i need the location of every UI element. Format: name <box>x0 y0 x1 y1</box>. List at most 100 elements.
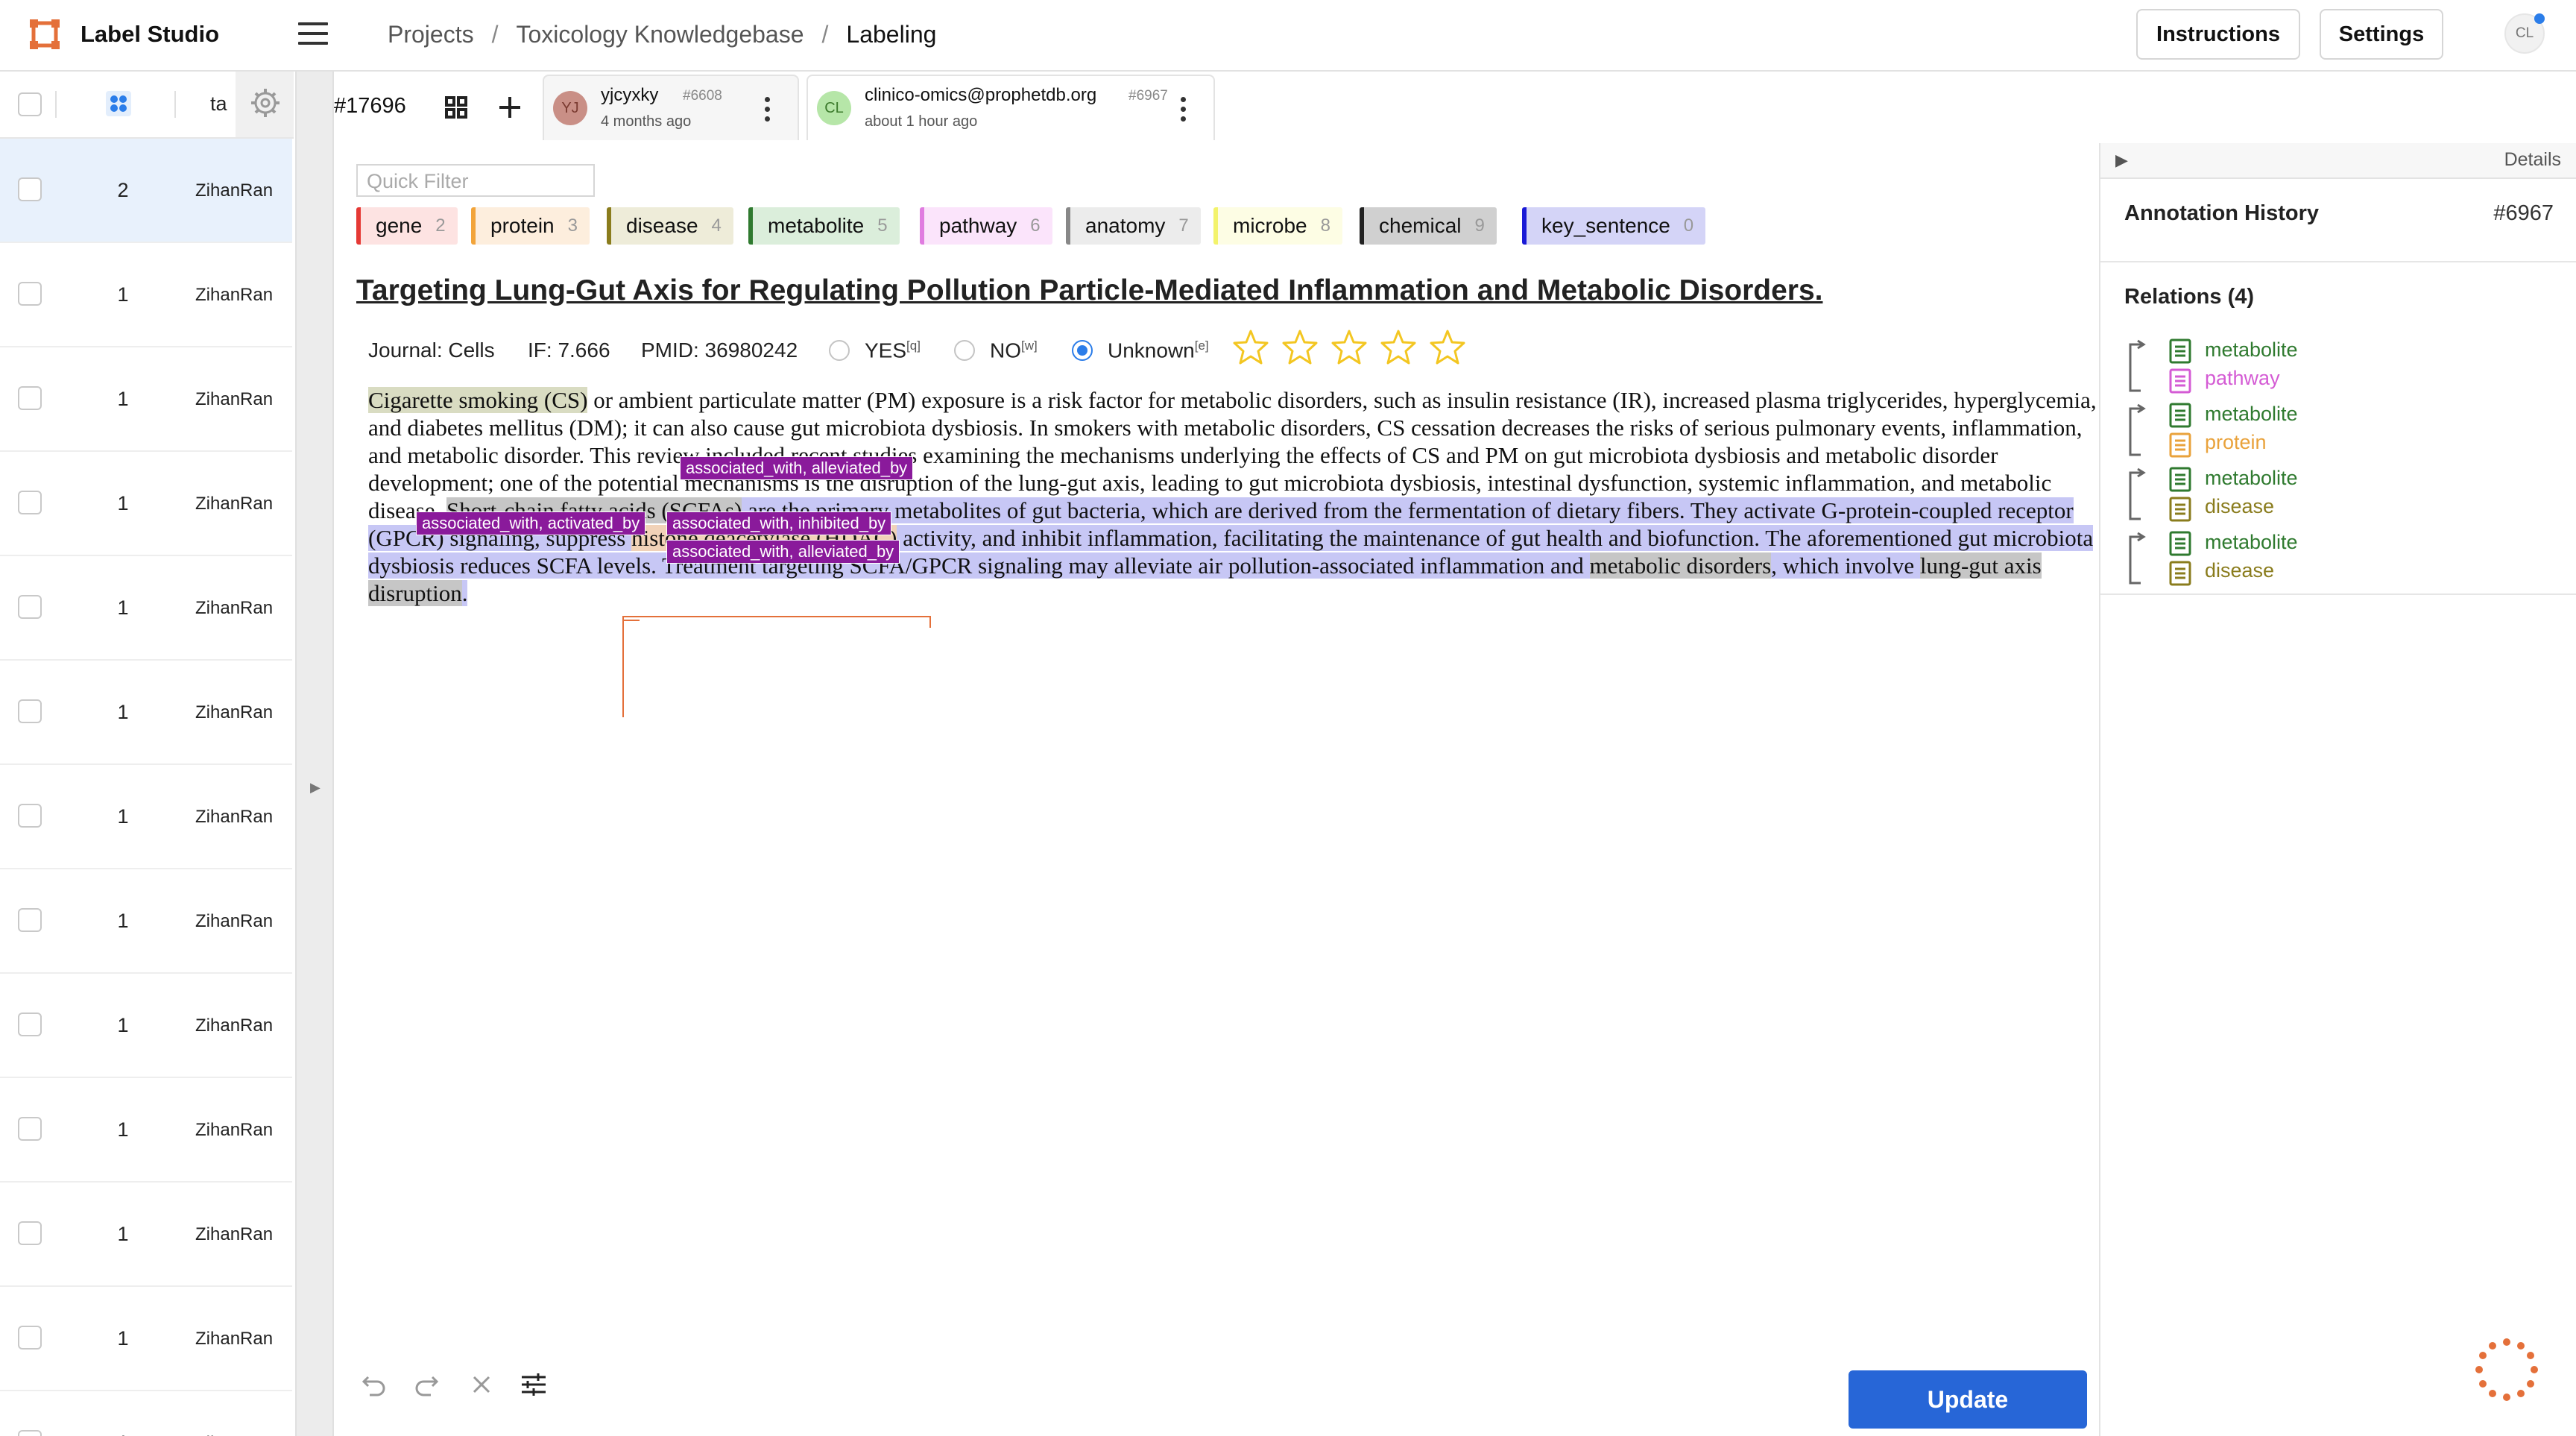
grid-view-icon[interactable] <box>106 91 131 116</box>
entity-chemical[interactable]: Cigarette smoking (CS) <box>368 387 588 413</box>
row-checkbox[interactable] <box>18 1430 42 1436</box>
relation-tag[interactable]: associated_with, activated_by <box>416 511 646 535</box>
row-checkbox[interactable] <box>18 804 42 828</box>
choice-unknown-label[interactable]: Unknown[e] <box>1108 338 1209 362</box>
rating-star-icon[interactable] <box>1231 328 1270 367</box>
document-icon <box>2169 403 2191 428</box>
redo-icon[interactable] <box>411 1370 441 1399</box>
label-microbe[interactable]: microbe 8 <box>1213 207 1342 245</box>
row-checkbox[interactable] <box>18 1013 42 1036</box>
panel-collapse-bar[interactable]: ▶ <box>295 72 334 1436</box>
breadcrumb-projects[interactable]: Projects <box>388 21 474 48</box>
row-checkbox[interactable] <box>18 1117 42 1141</box>
row-annotator: ZihanRan <box>195 598 274 618</box>
table-row[interactable]: 1 ZihanRan <box>0 765 292 869</box>
relation-tag[interactable]: associated_with, alleviated_by <box>680 456 914 480</box>
rating-star-icon[interactable] <box>1330 328 1368 367</box>
rating-star-icon[interactable] <box>1281 328 1319 367</box>
table-row[interactable]: 1 ZihanRan <box>0 869 292 974</box>
table-row[interactable]: 1 ZihanRan <box>0 452 292 556</box>
details-header[interactable]: ▶ Details <box>2100 143 2576 179</box>
table-row[interactable]: 2 ZihanRan <box>0 139 292 243</box>
annotation-tab-2[interactable]: CL clinico-omics@prophetdb.org #6967 abo… <box>806 75 1215 140</box>
table-row[interactable]: 1 ZihanRan <box>0 974 292 1078</box>
more-options-icon[interactable] <box>765 97 770 126</box>
row-annotation-count: 1 <box>112 1432 134 1436</box>
relation-item[interactable]: metabolite protein <box>2123 403 2540 465</box>
relations-title: Relations (4) <box>2124 285 2255 309</box>
instructions-button[interactable]: Instructions <box>2136 9 2300 60</box>
choice-yes-radio[interactable] <box>829 340 850 361</box>
table-row[interactable]: 1 ZihanRan <box>0 347 292 452</box>
select-all-checkbox[interactable] <box>18 92 42 116</box>
table-row[interactable]: 1 ZihanRan <box>0 1287 292 1391</box>
grid-icon[interactable] <box>444 95 468 119</box>
document-icon <box>2169 531 2191 556</box>
top-bar: Label Studio Projects / Toxicology Knowled… <box>0 0 2576 72</box>
label-disease[interactable]: disease 4 <box>607 207 733 245</box>
table-row[interactable]: 1 ZihanRan <box>0 1078 292 1183</box>
row-checkbox[interactable] <box>18 595 42 619</box>
more-options-icon[interactable] <box>1181 97 1186 126</box>
undo-icon[interactable] <box>359 1370 389 1399</box>
rating-star-icon[interactable] <box>1428 328 1467 367</box>
label-chemical[interactable]: chemical 9 <box>1360 207 1497 245</box>
row-checkbox[interactable] <box>18 491 42 514</box>
table-row[interactable]: 1 ZihanRan <box>0 1391 292 1436</box>
update-button[interactable]: Update <box>1849 1370 2087 1429</box>
row-checkbox[interactable] <box>18 699 42 723</box>
annotation-tab-1[interactable]: YJ yjcyxky #6608 4 months ago <box>543 75 799 140</box>
gear-icon[interactable] <box>249 86 282 119</box>
row-checkbox[interactable] <box>18 908 42 932</box>
table-row[interactable]: 1 ZihanRan <box>0 1183 292 1287</box>
choice-no-label[interactable]: NO[w] <box>990 338 1038 362</box>
settings-button[interactable]: Settings <box>2320 9 2443 60</box>
menu-icon[interactable] <box>298 22 328 48</box>
rating-star-icon[interactable] <box>1379 328 1418 367</box>
label-gene[interactable]: gene 2 <box>356 207 458 245</box>
settings-sliders-icon[interactable] <box>519 1370 549 1399</box>
label-key-sentence[interactable]: key_sentence 0 <box>1522 207 1706 245</box>
relation-tag[interactable]: associated_with, inhibited_by <box>666 511 892 535</box>
relation-item[interactable]: metabolite disease <box>2123 467 2540 529</box>
label-metabolite[interactable]: metabolite 5 <box>748 207 900 245</box>
label-pathway[interactable]: pathway 6 <box>920 207 1052 245</box>
relation-arrows <box>622 616 931 717</box>
collapse-icon[interactable]: ▶ <box>2115 151 2128 170</box>
choice-yes-label[interactable]: YES[q] <box>865 338 921 362</box>
quick-filter-input[interactable]: Quick Filter <box>356 164 595 197</box>
app-title: Label Studio <box>80 21 219 47</box>
document-title: Targeting Lung-Gut Axis for Regulating P… <box>356 274 1823 306</box>
annotation-user: yjcyxky <box>601 85 659 105</box>
text-segment: . <box>461 580 468 606</box>
row-checkbox[interactable] <box>18 1326 42 1350</box>
column-header-tag[interactable]: ta <box>210 92 227 116</box>
row-checkbox[interactable] <box>18 386 42 410</box>
row-checkbox[interactable] <box>18 177 42 201</box>
row-checkbox[interactable] <box>18 1221 42 1245</box>
entity-disease[interactable]: metabolic disorders <box>1589 552 1772 579</box>
add-icon[interactable] <box>498 95 522 119</box>
table-row[interactable]: 1 ZihanRan <box>0 243 292 347</box>
annotation-history-id: #6967 <box>2493 201 2554 225</box>
table-row[interactable]: 1 ZihanRan <box>0 556 292 661</box>
reset-icon[interactable] <box>467 1370 496 1399</box>
relation-item[interactable]: metabolite disease <box>2123 531 2540 593</box>
relation-to: protein <box>2205 431 2267 453</box>
expand-icon[interactable]: ▶ <box>310 780 321 796</box>
table-row[interactable]: 1 ZihanRan <box>0 661 292 765</box>
pmid: PMID: 36980242 <box>641 338 798 362</box>
relation-arrow-icon <box>2129 403 2146 456</box>
row-annotation-count: 1 <box>117 1118 129 1141</box>
annotation-history-title[interactable]: Annotation History <box>2124 201 2319 226</box>
breadcrumb-project[interactable]: Toxicology Knowledgebase <box>516 21 804 48</box>
relation-item[interactable]: metabolite pathway <box>2123 338 2540 401</box>
row-annotator: ZihanRan <box>195 494 274 514</box>
row-checkbox[interactable] <box>18 282 42 306</box>
choice-unknown-radio[interactable] <box>1072 340 1093 361</box>
choice-no-radio[interactable] <box>954 340 975 361</box>
relation-tag[interactable]: associated_with, alleviated_by <box>666 540 900 564</box>
label-protein[interactable]: protein 3 <box>471 207 590 245</box>
label-name: pathway <box>939 214 1017 237</box>
label-anatomy[interactable]: anatomy 7 <box>1066 207 1201 245</box>
